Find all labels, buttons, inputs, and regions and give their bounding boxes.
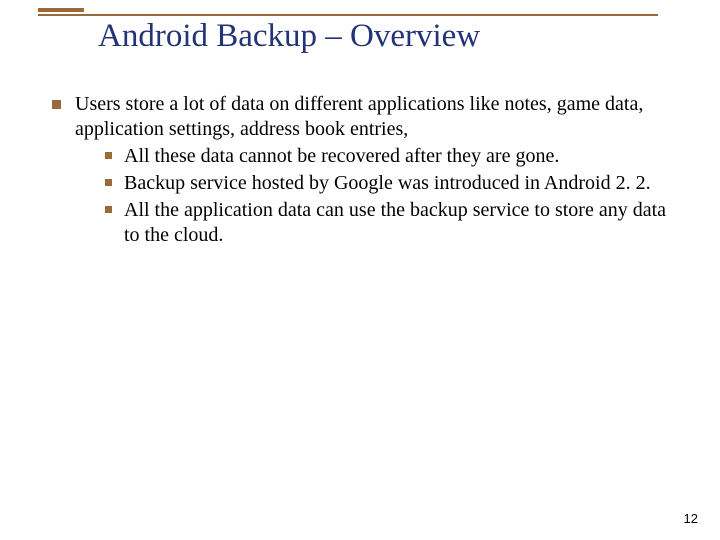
l2-text: All these data cannot be recovered after… [124, 144, 672, 169]
title-accent-bar [38, 8, 84, 12]
page-number: 12 [684, 511, 698, 526]
title-block: Android Backup – Overview [38, 8, 678, 60]
l2-text: Backup service hosted by Google was intr… [124, 171, 672, 196]
slide: Android Backup – Overview Users store a … [0, 0, 720, 540]
bullet-level2: All the application data can use the bac… [105, 198, 672, 248]
body-content: Users store a lot of data on different a… [52, 92, 672, 248]
l1-text: Users store a lot of data on different a… [75, 93, 643, 140]
bullet-level2: Backup service hosted by Google was intr… [105, 171, 672, 196]
slide-title: Android Backup – Overview [38, 16, 678, 60]
bullet-level2-list: All these data cannot be recovered after… [75, 144, 672, 248]
square-bullet-icon [52, 100, 61, 109]
bullet-level1: Users store a lot of data on different a… [52, 92, 672, 248]
square-bullet-icon [105, 179, 112, 186]
bullet-level1-text: Users store a lot of data on different a… [75, 92, 672, 248]
bullet-level2: All these data cannot be recovered after… [105, 144, 672, 169]
square-bullet-icon [105, 206, 112, 213]
l2-text: All the application data can use the bac… [124, 198, 672, 248]
square-bullet-icon [105, 152, 112, 159]
